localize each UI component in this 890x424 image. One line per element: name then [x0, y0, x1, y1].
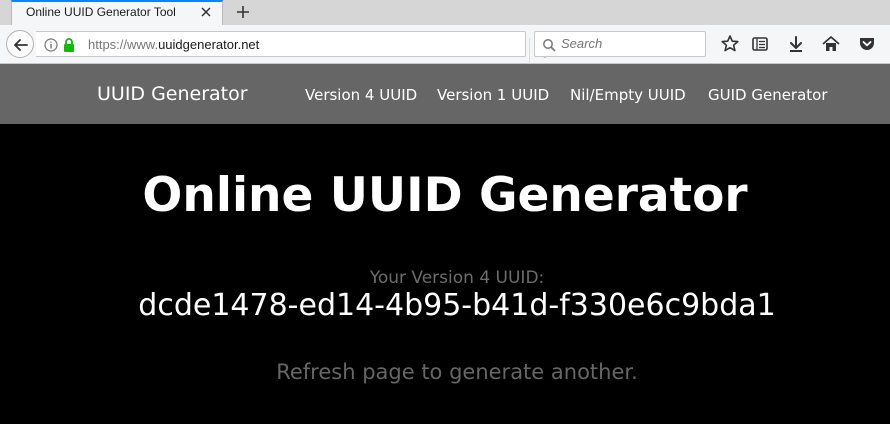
tab-strip: Online UUID Generator Tool	[0, 0, 890, 25]
search-input[interactable]	[561, 36, 701, 51]
star-icon[interactable]	[718, 32, 742, 56]
url-text[interactable]: https://www.uuidgenerator.net	[88, 37, 259, 52]
page-title: Online UUID Generator	[142, 168, 748, 223]
plus-icon[interactable]	[234, 3, 252, 21]
nav-nil-empty-uuid[interactable]: Nil/Empty UUID	[570, 86, 686, 104]
info-icon[interactable]	[44, 37, 58, 52]
url-host: uuidgenerator.net	[158, 37, 260, 52]
uuid-label: Your Version 4 UUID:	[369, 268, 545, 288]
nav-version-1-uuid[interactable]: Version 1 UUID	[437, 86, 549, 104]
back-arrow-icon	[14, 39, 28, 51]
search-icon	[542, 37, 556, 52]
site-brand-link[interactable]: UUID Generator	[97, 83, 248, 105]
lock-icon[interactable]	[63, 37, 75, 52]
url-scheme: https://www.	[88, 37, 159, 52]
navigation-toolbar: https://www.uuidgenerator.net	[0, 25, 890, 64]
back-button[interactable]	[6, 30, 34, 58]
nav-version-4-uuid[interactable]: Version 4 UUID	[305, 86, 417, 104]
url-bar[interactable]: https://www.uuidgenerator.net	[36, 31, 552, 64]
home-icon[interactable]	[819, 32, 843, 56]
browser-tab[interactable]: Online UUID Generator Tool	[11, 0, 223, 25]
tab-title: Online UUID Generator Tool	[26, 5, 176, 19]
refresh-note: Refresh page to generate another.	[276, 360, 638, 384]
uuid-value[interactable]: dcde1478-ed14-4b95-b41d-f330e6c9bda1	[0, 288, 890, 323]
nav-guid-generator[interactable]: GUID Generator	[708, 86, 828, 104]
reader-list-icon[interactable]	[748, 32, 772, 56]
pocket-icon[interactable]	[855, 32, 879, 56]
site-header: UUID Generator Version 4 UUID Version 1 …	[0, 64, 890, 124]
download-icon[interactable]	[784, 32, 808, 56]
close-icon[interactable]	[198, 4, 214, 20]
search-bar[interactable]	[534, 31, 706, 57]
